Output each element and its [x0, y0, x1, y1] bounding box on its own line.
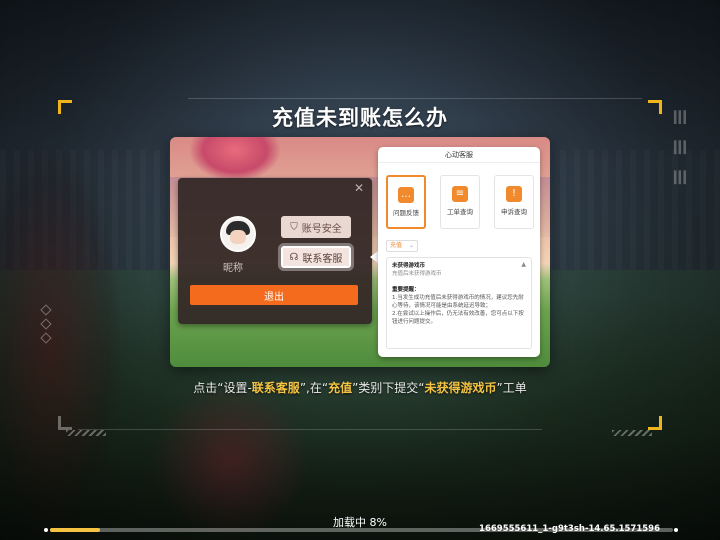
- instruction-highlight-category: 充值: [328, 381, 353, 395]
- document-icon: ≡: [452, 186, 468, 202]
- notice-heading: 重要提醒：: [392, 287, 420, 293]
- instruction-highlight-issue: 未获得游戏币: [424, 381, 497, 395]
- tip-instruction: 点击“设置-联系客服”,在“充值”类别下提交“未获得游戏币”工单: [0, 379, 720, 396]
- instruction-text: ”,在“: [299, 381, 329, 395]
- callout-pointer: [370, 251, 378, 263]
- cs-tile-feedback: … 问题反馈: [386, 175, 426, 229]
- category-select: 充值 ⌄: [386, 240, 418, 252]
- progress-endcap-right: [674, 528, 678, 532]
- category-select-value: 充值: [390, 242, 403, 249]
- instruction-text: ”类别下提交“: [352, 381, 425, 395]
- frame-line-top: [188, 98, 642, 99]
- chevron-down-icon: ⌄: [408, 242, 414, 249]
- loading-progress-fill: [50, 528, 100, 532]
- headset-icon: ☊: [289, 251, 299, 263]
- frame-line-bottom: [78, 429, 542, 430]
- shield-icon: ⛉: [290, 221, 298, 233]
- issue-detail-box: ▲ 未获得游戏币 充值后未获得游戏币 重要提醒： 1.当发生成功充值后未获得游戏…: [386, 257, 532, 349]
- frame-corner-bottom-right: [648, 416, 662, 430]
- chat-icon: …: [398, 187, 414, 203]
- cs-tile-ticket-query: ≡ 工单查询: [440, 175, 480, 229]
- side-decoration-left: [40, 300, 56, 390]
- exit-button: 退出: [190, 285, 358, 305]
- tip-illustration: ✕ 昵称 ⛉ 账号安全 ☊ 联系客服 退出 心动客服 … 问题反馈 ≡ 工单查询: [170, 137, 550, 367]
- frame-hatch-left: [66, 430, 106, 436]
- account-security-label: 账号安全: [301, 223, 342, 235]
- close-icon: ✕: [353, 181, 364, 195]
- notice-line-1: 1.当发生成功充值后未获得游戏币的情况，建议您先耐心等待，该情况可能是由系统延迟…: [392, 295, 524, 309]
- settings-dialog-mock: ✕ 昵称 ⛉ 账号安全 ☊ 联系客服 退出: [178, 178, 372, 324]
- issue-title: 未获得游戏币: [392, 263, 426, 269]
- customer-service-panel-mock: 心动客服 … 问题反馈 ≡ 工单查询 ! 申诉查询 充值 ⌄ ▲ 未获得游戏币 …: [378, 147, 540, 357]
- shield-icon: !: [506, 186, 522, 202]
- nickname-label: 昵称: [223, 263, 243, 274]
- build-version: 1669555611_1-g9t3sh-14.65.1571596: [479, 524, 660, 534]
- contact-service-label: 联系客服: [302, 253, 343, 265]
- cs-tile-label: 工单查询: [447, 208, 473, 216]
- instruction-highlight-contact: 联系客服: [251, 381, 300, 395]
- notice-line-2: 2.在尝试以上操作后，仍无法有效改善，您可点以下按钮进行问题提交。: [392, 311, 524, 325]
- contact-service-button: ☊ 联系客服: [278, 243, 354, 271]
- cs-tile-appeal-query: ! 申诉查询: [494, 175, 534, 229]
- frame-hatch-right: [612, 430, 652, 436]
- instruction-text: ”工单: [496, 381, 527, 395]
- cs-tile-label: 问题反馈: [393, 209, 419, 217]
- instruction-text: 点击“设置-: [193, 381, 252, 395]
- cs-tile-label: 申诉查询: [501, 208, 527, 216]
- cs-panel-header: 心动客服: [378, 147, 540, 163]
- illustration-deco: [190, 137, 280, 181]
- avatar: [220, 216, 256, 252]
- account-security-button: ⛉ 账号安全: [281, 216, 351, 238]
- chevron-up-icon: ▲: [521, 261, 526, 268]
- progress-endcap-left: [44, 528, 48, 532]
- cs-tiles: … 问题反馈 ≡ 工单查询 ! 申诉查询: [386, 175, 534, 229]
- issue-subtitle: 充值后未获得游戏币: [392, 271, 442, 277]
- frame-corner-bottom-left: [58, 416, 72, 430]
- tip-title: 充值未到账怎么办: [272, 106, 448, 130]
